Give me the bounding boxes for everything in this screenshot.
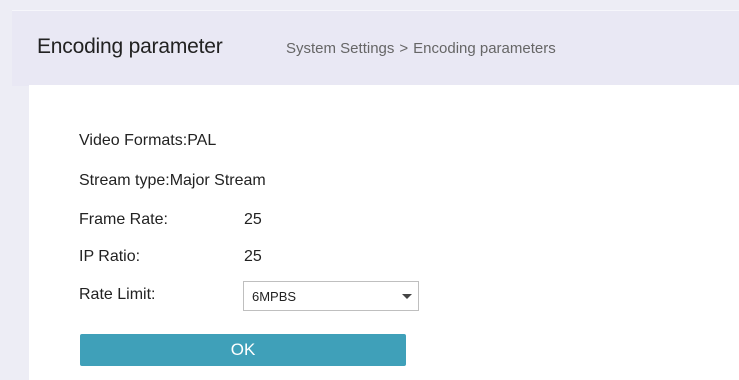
ip-ratio-value: 25: [244, 248, 262, 265]
frame-rate-label: Frame Rate:: [79, 211, 168, 228]
rate-limit-label: Rate Limit:: [79, 286, 156, 303]
breadcrumb-separator: >: [399, 40, 409, 57]
frame-rate-value: 25: [244, 211, 262, 228]
ip-ratio-label: IP Ratio:: [79, 248, 141, 265]
encoding-form: Video Formats:PAL Stream type:Major Stre…: [29, 85, 739, 380]
rate-limit-select[interactable]: 6MPBS: [243, 281, 419, 311]
breadcrumb-parent[interactable]: System Settings: [286, 40, 394, 57]
rate-limit-selected-value: 6MPBS: [252, 289, 297, 304]
frame-rate-row: Frame Rate: 25: [79, 211, 262, 229]
breadcrumb: System Settings > Encoding parameters: [286, 40, 556, 57]
ok-button[interactable]: OK: [80, 334, 406, 366]
page-header: Encoding parameter System Settings > Encod…: [12, 10, 739, 86]
page-title: Encoding parameter: [37, 35, 223, 58]
ip-ratio-row: IP Ratio: 25: [79, 248, 262, 266]
chevron-down-icon: [402, 294, 412, 299]
video-formats-text: Video Formats:PAL: [79, 132, 217, 149]
stream-type-text: Stream type:Major Stream: [79, 172, 266, 189]
window: Encoding parameter System Settings > Encod…: [0, 0, 739, 380]
breadcrumb-current: Encoding parameters: [413, 40, 556, 57]
